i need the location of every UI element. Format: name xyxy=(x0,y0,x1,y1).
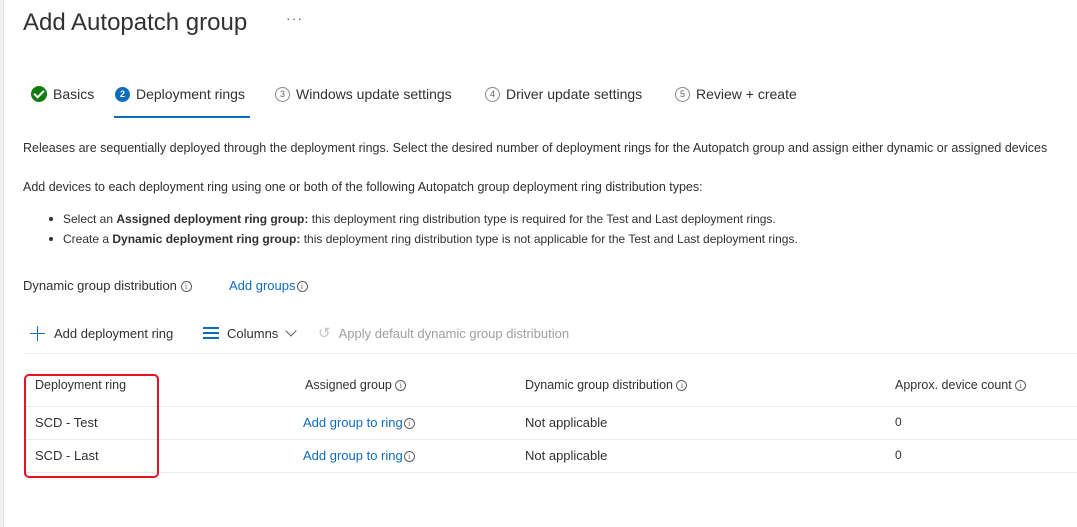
columns-label: Columns xyxy=(227,325,279,341)
columns-button[interactable]: Columns xyxy=(203,322,297,344)
tab-review-create[interactable]: 5 Review + create xyxy=(675,84,797,118)
list-item: Select an Assigned deployment ring group… xyxy=(47,211,798,231)
info-icon[interactable]: i xyxy=(403,451,415,462)
bullet-emphasis: Assigned deployment ring group: xyxy=(116,212,309,226)
check-circle-icon xyxy=(31,86,47,102)
rings-description: Releases are sequentially deployed throu… xyxy=(23,141,1048,155)
row-divider xyxy=(23,472,1077,473)
more-icon[interactable]: ··· xyxy=(286,10,303,26)
add-groups-link[interactable]: Add groups i xyxy=(229,278,308,293)
distribution-intro: Add devices to each deployment ring usin… xyxy=(23,180,703,194)
dynamic-distribution-cell: Not applicable xyxy=(525,415,608,430)
tab-windows-update-settings[interactable]: 3 Windows update settings xyxy=(275,84,452,118)
bullet-text: this deployment ring distribution type i… xyxy=(308,212,776,226)
device-count-cell: 0 xyxy=(895,415,902,429)
add-group-to-ring-label: Add group to ring xyxy=(303,415,403,430)
blade-left-edge xyxy=(0,0,4,527)
tab-driver-update-settings-label: Driver update settings xyxy=(506,86,643,102)
add-group-to-ring-link[interactable]: Add group to ring i xyxy=(303,439,415,472)
column-header-approx-device-count[interactable]: Approx. device count i xyxy=(895,372,1027,398)
column-header-label: Assigned group xyxy=(305,378,392,392)
column-header-label: Approx. device count xyxy=(895,378,1012,392)
plus-icon xyxy=(30,325,45,341)
distribution-types-list: Select an Assigned deployment ring group… xyxy=(47,211,798,251)
add-group-to-ring-link[interactable]: Add group to ring i xyxy=(303,406,415,439)
tab-driver-update-settings[interactable]: 4 Driver update settings xyxy=(485,84,642,118)
apply-default-distribution-button[interactable]: ↺ Apply default dynamic group distributi… xyxy=(318,322,569,344)
dynamic-group-distribution-field: Dynamic group distribution i xyxy=(23,278,192,293)
undo-icon: ↺ xyxy=(318,325,331,342)
bullet-emphasis: Dynamic deployment ring group: xyxy=(112,232,301,246)
dynamic-group-distribution-label: Dynamic group distribution xyxy=(23,278,177,293)
list-item: Create a Dynamic deployment ring group: … xyxy=(47,231,798,251)
step-4-icon: 4 xyxy=(485,87,500,102)
annotation-highlight-box xyxy=(24,374,159,478)
bullet-text: this deployment ring distribution type i… xyxy=(300,232,798,246)
bullet-prefix: Select an xyxy=(63,212,117,226)
add-deployment-ring-button[interactable]: Add deployment ring xyxy=(30,322,173,344)
add-deployment-ring-label: Add deployment ring xyxy=(54,325,174,341)
column-header-assigned-group[interactable]: Assigned group i xyxy=(305,372,407,398)
step-3-icon: 3 xyxy=(275,87,290,102)
column-header-label: Dynamic group distribution xyxy=(525,378,673,392)
add-group-to-ring-label: Add group to ring xyxy=(303,448,403,463)
page-title: Add Autopatch group xyxy=(23,9,248,36)
step-5-icon: 5 xyxy=(675,87,690,102)
tab-basics[interactable]: Basics xyxy=(31,84,94,118)
device-count-cell: 0 xyxy=(895,448,902,462)
columns-icon xyxy=(203,327,219,339)
tab-review-create-label: Review + create xyxy=(696,86,797,102)
tab-deployment-rings-label: Deployment rings xyxy=(136,86,245,102)
column-header-dynamic-group-distribution[interactable]: Dynamic group distribution i xyxy=(525,372,688,398)
divider xyxy=(23,353,1077,354)
info-icon[interactable]: i xyxy=(296,281,308,292)
tab-windows-update-settings-label: Windows update settings xyxy=(296,86,452,102)
info-icon[interactable]: i xyxy=(676,380,688,391)
tab-deployment-rings[interactable]: 2 Deployment rings xyxy=(115,84,245,118)
apply-default-distribution-label: Apply default dynamic group distribution xyxy=(338,325,570,341)
step-2-icon: 2 xyxy=(115,87,130,102)
info-icon[interactable]: i xyxy=(1015,380,1027,391)
add-groups-label: Add groups xyxy=(229,278,296,293)
dynamic-distribution-cell: Not applicable xyxy=(525,448,608,463)
info-icon[interactable]: i xyxy=(395,380,407,391)
info-icon[interactable]: i xyxy=(403,418,415,429)
info-icon[interactable]: i xyxy=(180,281,192,292)
chevron-down-icon xyxy=(285,324,297,337)
bullet-prefix: Create a xyxy=(63,232,113,246)
active-tab-indicator xyxy=(114,116,250,118)
tab-basics-label: Basics xyxy=(53,86,95,102)
